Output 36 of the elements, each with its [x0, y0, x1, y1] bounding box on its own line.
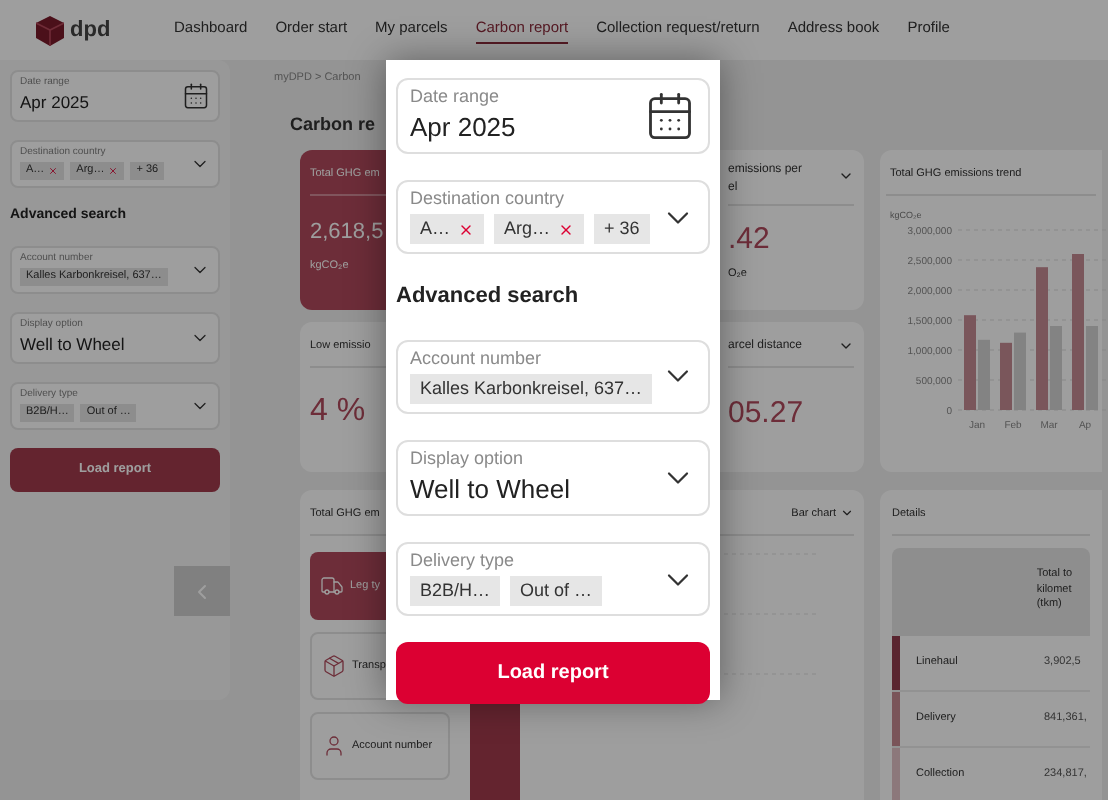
chart-bar	[470, 704, 520, 800]
calendar-icon[interactable]	[182, 81, 210, 110]
load-report-button[interactable]: Load report	[396, 642, 710, 704]
card-value: .42	[728, 219, 772, 260]
multi-select-field[interactable]: Destination country A… Arg… + 36	[396, 180, 710, 255]
field-value: Apr 2025	[20, 92, 91, 114]
field-label: Display option	[410, 449, 526, 468]
card-value: 4 %	[310, 392, 366, 432]
calendar-icon[interactable]	[644, 90, 696, 143]
multi-select-field[interactable]: Delivery type B2B/H… Out of …	[396, 542, 710, 616]
field-value: Well to Wheel	[20, 334, 127, 356]
field-label: Account number	[410, 349, 544, 368]
remove-icon[interactable]	[458, 221, 475, 238]
field-label: Date range	[410, 88, 502, 106]
card-value: 2,618,5	[310, 218, 384, 248]
cube-logo-icon	[36, 15, 64, 45]
chip-text: Out of …	[520, 582, 593, 600]
field-value: Apr 2025	[410, 112, 518, 145]
chip-text: A…	[420, 220, 451, 239]
field-value: Well to Wheel	[410, 473, 572, 506]
package-icon	[322, 654, 346, 678]
chevron-down-icon	[840, 506, 854, 521]
multi-select-field[interactable]: Account number Kalles Karbonkreisel, 637…	[396, 339, 710, 414]
logo-text: dpd	[70, 15, 111, 46]
card-value: 05.27	[728, 393, 806, 434]
chip-text: Kalles Karbonkreisel, 637…	[420, 379, 643, 398]
chip-text: Arg…	[504, 220, 551, 239]
field-label: Destination country	[410, 190, 567, 209]
truck-icon	[320, 574, 344, 598]
date-range-field[interactable]: Date range Apr 2025	[396, 78, 710, 155]
select-field[interactable]: Display option Well to Wheel	[396, 439, 710, 516]
page-title: Carbon re	[290, 112, 376, 139]
chip-text: + 36	[604, 220, 640, 239]
section-heading: Advanced search	[396, 282, 581, 313]
person-icon	[322, 734, 346, 758]
remove-icon[interactable]	[558, 221, 575, 238]
